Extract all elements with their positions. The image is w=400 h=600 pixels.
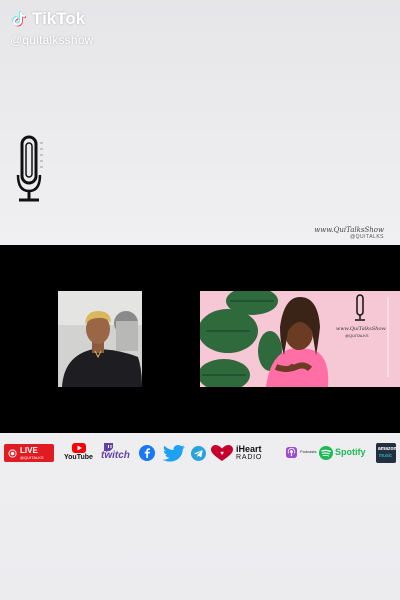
brand-script-name: www.QuiTalksShow — [314, 226, 384, 234]
twitch-label: twitch — [101, 450, 130, 461]
live-label: LIVE — [20, 446, 38, 455]
panel-brand-script: www.QuiTalksShow — [336, 326, 386, 332]
twitch-link[interactable]: twitch — [101, 442, 133, 464]
participant-left-image — [58, 291, 142, 387]
spotify-icon — [319, 446, 333, 460]
amazon-music-icon — [376, 443, 377, 444]
tiktok-handle: @quitalksshow — [10, 33, 94, 47]
live-handle: @QUITALKS — [20, 455, 44, 460]
video-call-panel: www.QuiTalksShow @QUITALKS — [0, 245, 400, 433]
telegram-icon[interactable] — [191, 446, 206, 461]
spotify-link[interactable]: Spotify — [319, 442, 371, 464]
social-links-bar: LIVE @QUITALKS YouTube twitch ♥ iHeart R… — [0, 442, 400, 464]
brand-handle: @QUITALKS — [350, 234, 384, 240]
tiktok-logo-icon — [12, 11, 26, 27]
iheart-label-top: iHeart — [236, 444, 262, 454]
svg-text:♥: ♥ — [220, 451, 224, 457]
facebook-icon[interactable] — [139, 445, 155, 461]
participant-right-image — [200, 291, 400, 387]
spotify-label: Spotify — [335, 447, 366, 457]
podcasts-icon — [286, 447, 297, 458]
amazon-music-link[interactable]: amazon music — [376, 443, 397, 463]
tiktok-app-name: TikTok — [32, 9, 86, 28]
tiktok-watermark: TikTok @quitalksshow — [10, 9, 93, 47]
amazon-label-bottom: music — [379, 453, 393, 459]
participant-video-left[interactable] — [58, 291, 142, 387]
live-dot-icon — [8, 449, 17, 458]
brand-watermark: www.QuiTalksShow @QUITALKS — [304, 226, 384, 240]
microphone-icon — [16, 135, 43, 202]
youtube-label: YouTube — [64, 454, 93, 461]
podcasts-label: Podcasts — [300, 449, 317, 454]
youtube-link[interactable]: YouTube — [64, 442, 94, 464]
twitter-icon[interactable] — [163, 445, 185, 462]
amazon-label-top: amazon — [378, 446, 397, 452]
iheart-radio-link[interactable]: ♥ iHeart RADIO — [211, 442, 277, 464]
iheart-icon: ♥ — [211, 445, 233, 461]
podcasts-link[interactable]: Podcasts — [286, 442, 318, 464]
participant-video-right[interactable]: www.QuiTalksShow @QUITALKS — [200, 291, 400, 387]
youtube-icon — [72, 443, 86, 453]
live-badge[interactable]: LIVE @QUITALKS — [4, 444, 54, 462]
iheart-label-bottom: RADIO — [236, 454, 263, 461]
panel-brand-handle: @QUITALKS — [345, 333, 369, 338]
